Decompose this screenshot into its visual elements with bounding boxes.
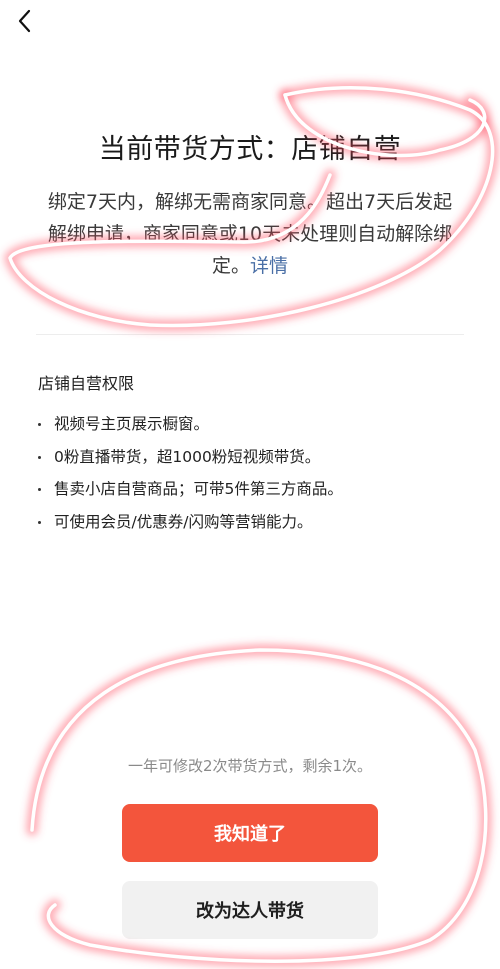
back-button[interactable]: [10, 6, 40, 36]
list-item: 视频号主页展示橱窗。: [38, 413, 468, 436]
list-item: 0粉直播带货，超1000粉短视频带货。: [38, 446, 468, 469]
divider: [36, 334, 464, 335]
rights-list: 视频号主页展示橱窗。 0粉直播带货，超1000粉短视频带货。 售卖小店自营商品；…: [38, 413, 468, 543]
page-title: 当前带货方式：店铺自营: [98, 134, 402, 165]
switch-to-influencer-button[interactable]: 改为达人带货: [122, 881, 378, 939]
chevron-left-icon: [18, 9, 31, 33]
mode-info-page: 当前带货方式：店铺自营 绑定7天内，解绑无需商家同意。超出7天后发起解绑申请，商…: [0, 0, 500, 969]
unbind-description: 绑定7天内，解绑无需商家同意。超出7天后发起解绑申请，商家同意或10天未处理则自…: [40, 186, 460, 282]
details-link[interactable]: 详情: [250, 255, 288, 277]
rights-section-title: 店铺自营权限: [38, 374, 135, 393]
list-item: 售卖小店自营商品；可带5件第三方商品。: [38, 478, 468, 501]
got-it-button[interactable]: 我知道了: [122, 804, 378, 862]
remaining-changes-text: 一年可修改2次带货方式，剩余1次。: [127, 757, 373, 775]
list-item: 可使用会员/优惠券/闪购等营销能力。: [38, 511, 468, 534]
